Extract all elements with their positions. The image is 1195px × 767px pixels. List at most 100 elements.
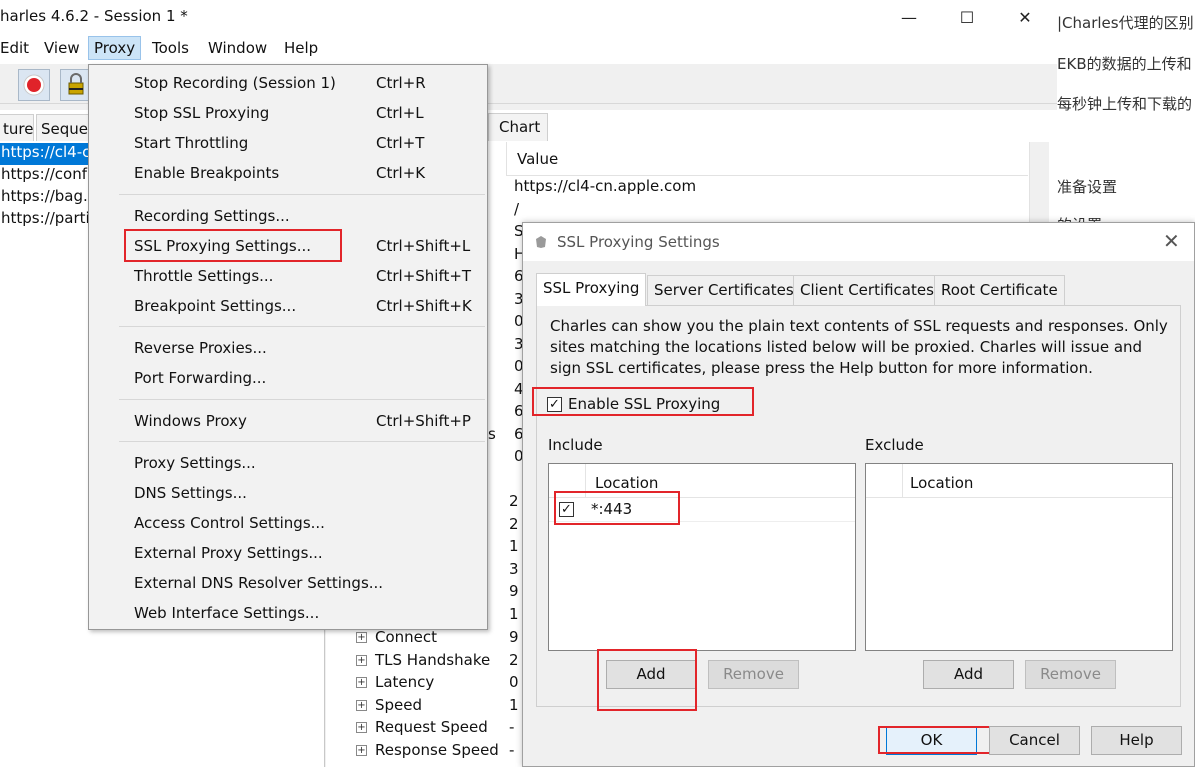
description-text: Charles can show you the plain text cont…	[550, 317, 1168, 377]
menu-item-enable-breakpoints[interactable]: Enable Breakpoints Ctrl+K	[134, 159, 484, 189]
value-cell: 9	[509, 582, 519, 600]
menu-window[interactable]: Window	[204, 39, 271, 57]
expand-icon[interactable]: +	[356, 699, 367, 711]
value-cell: -	[509, 741, 515, 759]
menu-item-stop-recording[interactable]: Stop Recording (Session 1) Ctrl+R	[134, 69, 484, 99]
close-button[interactable]: ✕	[996, 0, 1054, 34]
cancel-button[interactable]: Cancel	[989, 726, 1080, 755]
menu-item-access-control-settings[interactable]: Access Control Settings...	[134, 509, 484, 539]
background-text-line: 每秒钟上传和下载的	[1057, 95, 1193, 113]
value-column-header[interactable]: Value	[506, 142, 1028, 176]
menu-item-recording-settings[interactable]: Recording Settings...	[134, 202, 484, 232]
menu-separator	[119, 194, 485, 195]
expand-icon[interactable]: +	[356, 654, 367, 666]
record-button[interactable]	[18, 69, 50, 101]
close-icon[interactable]: ✕	[1163, 229, 1180, 253]
menu-item-external-proxy-settings[interactable]: External Proxy Settings...	[134, 539, 484, 569]
value-cell: 1	[509, 537, 519, 555]
exclude-title: Exclude	[865, 436, 924, 454]
value-cell: https://cl4-cn.apple.com	[514, 177, 697, 195]
host-row[interactable]: https://parti	[0, 209, 88, 231]
title-bar: harles 4.6.2 - Session 1 * — ☐ ✕	[0, 0, 1057, 34]
tab-client-certificates[interactable]: Client Certificates	[793, 275, 941, 305]
host-row[interactable]: https://conf	[0, 165, 88, 187]
host-row[interactable]: https://bag.	[0, 187, 88, 209]
menu-tools[interactable]: Tools	[148, 39, 193, 57]
value-cell: 9	[509, 628, 519, 646]
record-icon	[23, 74, 45, 96]
include-title: Include	[548, 436, 603, 454]
menu-view[interactable]: View	[40, 39, 84, 57]
menu-item-web-interface-settings[interactable]: Web Interface Settings...	[134, 599, 484, 629]
value-cell: 1	[509, 605, 519, 623]
tree-row-latency[interactable]: + Latency	[356, 673, 434, 691]
tab-chart[interactable]: Chart	[488, 113, 548, 141]
value-cell: /	[514, 200, 520, 218]
exclude-add-button[interactable]: Add	[923, 660, 1014, 689]
background-text-line: 准备设置	[1057, 178, 1118, 196]
menu-separator	[119, 441, 485, 442]
exclude-table[interactable]: Location	[865, 463, 1173, 651]
menu-item-start-throttling[interactable]: Start Throttling Ctrl+T	[134, 129, 484, 159]
menu-item-windows-proxy[interactable]: Windows Proxy Ctrl+Shift+P	[134, 407, 484, 437]
menu-item-reverse-proxies[interactable]: Reverse Proxies...	[134, 334, 484, 364]
menu-separator	[119, 326, 485, 327]
value-cell: 0	[509, 673, 519, 691]
tree-row-request-speed[interactable]: + Request Speed	[356, 718, 488, 736]
menu-bar: Edit View Proxy Tools Window Help	[0, 34, 1057, 64]
location-column-header[interactable]: Location	[595, 474, 658, 492]
ssl-proxying-settings-dialog: SSL Proxying Settings ✕ SSL Proxying Ser…	[522, 222, 1195, 767]
window-title: harles 4.6.2 - Session 1 *	[0, 7, 188, 25]
value-cell: 1	[509, 696, 519, 714]
host-row[interactable]: https://cl4-c	[0, 143, 88, 165]
menu-proxy[interactable]: Proxy	[88, 36, 142, 60]
proxy-menu-dropdown: Stop Recording (Session 1) Ctrl+R Stop S…	[88, 64, 488, 630]
tab-server-certificates[interactable]: Server Certificates	[647, 275, 801, 305]
menu-edit[interactable]: Edit	[0, 39, 33, 57]
tree-row-label: Request Speed	[375, 718, 488, 736]
menu-item-throttle-settings[interactable]: Throttle Settings... Ctrl+Shift+T	[134, 262, 484, 292]
dialog-title: SSL Proxying Settings	[557, 233, 720, 251]
background-text-line: EKB的数据的上传和	[1057, 55, 1192, 73]
tree-row-label: Speed	[375, 696, 423, 714]
annotation-highlight	[597, 649, 697, 711]
menu-item-proxy-settings[interactable]: Proxy Settings...	[134, 449, 484, 479]
menu-item-external-dns-resolver-settings[interactable]: External DNS Resolver Settings...	[134, 569, 484, 599]
menu-item-breakpoint-settings[interactable]: Breakpoint Settings... Ctrl+Shift+K	[134, 292, 484, 322]
value-cell: 2	[509, 515, 519, 533]
expand-icon[interactable]: +	[356, 744, 367, 756]
annotation-highlight	[532, 387, 754, 416]
tree-row-label: TLS Handshake	[375, 651, 491, 669]
annotation-highlight	[878, 726, 991, 754]
tree-row-label: Response Speed	[375, 741, 499, 759]
expand-icon[interactable]: +	[356, 721, 367, 733]
tree-row-response-speed[interactable]: + Response Speed	[356, 741, 499, 759]
include-remove-button[interactable]: Remove	[708, 660, 799, 689]
maximize-button[interactable]: ☐	[938, 0, 996, 34]
tab-ssl-proxying[interactable]: SSL Proxying	[536, 273, 647, 306]
tree-row-tls-handshake[interactable]: + TLS Handshake	[356, 651, 490, 669]
expand-icon[interactable]: +	[356, 631, 367, 643]
truncated-label: s	[488, 425, 496, 443]
value-cell: 2	[509, 492, 519, 510]
tab-sequence[interactable]: Seque	[36, 114, 90, 141]
tree-row-connect[interactable]: + Connect	[356, 628, 437, 646]
exclude-remove-button[interactable]: Remove	[1025, 660, 1116, 689]
location-column-header[interactable]: Location	[910, 474, 973, 492]
menu-item-stop-ssl-proxying[interactable]: Stop SSL Proxying Ctrl+L	[134, 99, 484, 129]
menu-help[interactable]: Help	[280, 39, 322, 57]
dialog-title-bar: SSL Proxying Settings ✕	[523, 223, 1194, 261]
tab-root-certificate[interactable]: Root Certificate	[934, 275, 1065, 305]
value-cell: -	[509, 718, 515, 736]
minimize-button[interactable]: —	[880, 0, 938, 34]
menu-item-port-forwarding[interactable]: Port Forwarding...	[134, 364, 484, 394]
menu-item-dns-settings[interactable]: DNS Settings...	[134, 479, 484, 509]
detail-scrollbar[interactable]	[1029, 142, 1049, 232]
annotation-highlight	[124, 229, 342, 262]
expand-icon[interactable]: +	[356, 676, 367, 688]
column-divider	[902, 464, 903, 498]
help-button[interactable]: Help	[1091, 726, 1182, 755]
tab-structure[interactable]: ture	[0, 114, 34, 141]
lock-icon	[68, 73, 84, 95]
tree-row-speed[interactable]: + Speed	[356, 696, 422, 714]
